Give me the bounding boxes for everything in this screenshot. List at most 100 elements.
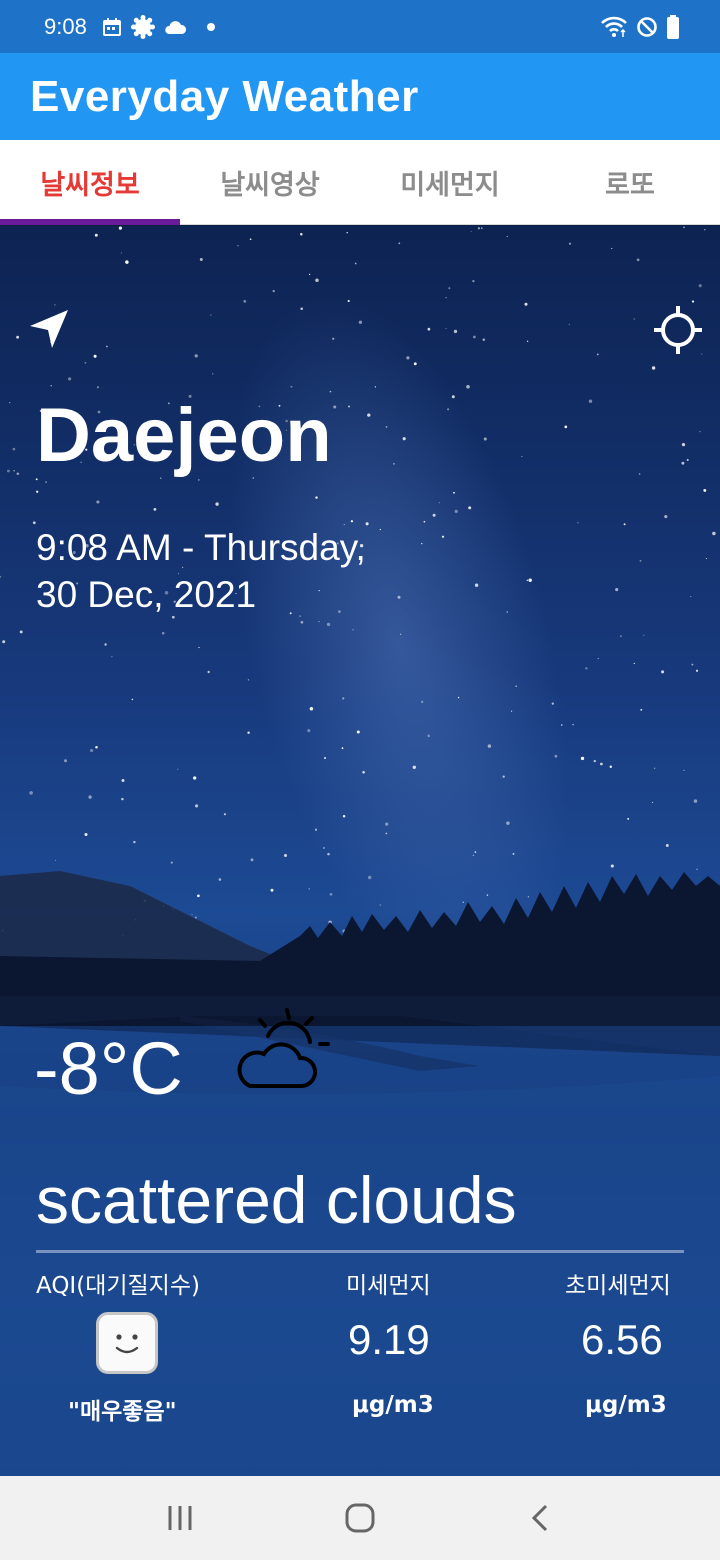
star xyxy=(161,631,165,635)
star xyxy=(515,685,518,688)
star xyxy=(451,395,455,399)
tab-lotto[interactable]: 로또 xyxy=(540,140,720,224)
star xyxy=(690,595,692,597)
star xyxy=(454,509,458,513)
system-nav-bar xyxy=(0,1476,720,1560)
star xyxy=(6,469,10,473)
star xyxy=(524,302,528,306)
star xyxy=(611,247,613,249)
star xyxy=(332,337,335,340)
star xyxy=(483,437,487,441)
star xyxy=(346,231,348,234)
star xyxy=(600,762,603,766)
star xyxy=(342,697,345,700)
star xyxy=(45,481,47,483)
aqi-status: "매우좋음" xyxy=(68,1399,177,1425)
tab-fine-dust[interactable]: 미세먼지 xyxy=(360,140,540,224)
recent-apps-icon[interactable] xyxy=(150,1488,210,1548)
star xyxy=(399,633,402,635)
star xyxy=(447,408,450,411)
star xyxy=(588,399,593,403)
star xyxy=(125,260,129,264)
star xyxy=(250,858,254,862)
star xyxy=(609,765,613,768)
star xyxy=(402,437,406,441)
star xyxy=(118,226,122,230)
star xyxy=(681,461,685,465)
star xyxy=(367,875,372,880)
star xyxy=(699,430,701,433)
star xyxy=(207,670,210,674)
date-time-line-1: 9:08 AM - Thursday, xyxy=(36,527,366,568)
star xyxy=(421,700,424,704)
star xyxy=(481,227,483,229)
status-time: 9:08 xyxy=(44,13,87,39)
back-icon[interactable] xyxy=(510,1488,570,1548)
star xyxy=(104,643,107,646)
app-title: Everyday Weather xyxy=(30,71,419,121)
star xyxy=(664,515,668,519)
star xyxy=(16,335,20,339)
star xyxy=(474,583,479,587)
star xyxy=(385,425,388,428)
star xyxy=(121,797,124,801)
star xyxy=(696,868,698,871)
home-icon[interactable] xyxy=(330,1488,390,1548)
star xyxy=(511,710,513,712)
pm10-unit: μg/m3 xyxy=(352,1392,434,1418)
star xyxy=(615,588,619,592)
star xyxy=(197,478,200,481)
battery-icon xyxy=(666,14,680,39)
star xyxy=(597,658,599,660)
star xyxy=(695,669,699,672)
star xyxy=(195,804,199,808)
star xyxy=(198,646,200,649)
star xyxy=(13,470,15,472)
star xyxy=(120,252,123,254)
star xyxy=(318,621,320,623)
star xyxy=(639,559,642,562)
star xyxy=(623,523,626,526)
weather-description: scattered clouds xyxy=(36,1163,517,1237)
star xyxy=(341,747,344,749)
navigation-arrow-icon[interactable] xyxy=(26,306,72,356)
tab-weather-info[interactable]: 날씨정보 xyxy=(0,140,180,225)
star xyxy=(300,307,303,311)
star xyxy=(121,779,125,782)
star xyxy=(466,385,470,389)
star xyxy=(633,662,635,665)
star xyxy=(683,226,685,229)
tab-weather-video[interactable]: 날씨영상 xyxy=(180,140,360,224)
gps-target-icon[interactable] xyxy=(652,304,704,360)
pm10-label: 미세먼지 xyxy=(346,1273,431,1299)
star xyxy=(453,329,458,334)
pm25-unit: μg/m3 xyxy=(585,1392,667,1418)
star xyxy=(703,488,707,492)
star xyxy=(333,405,337,409)
star xyxy=(95,745,98,749)
star xyxy=(526,340,529,342)
star xyxy=(249,238,252,241)
divider xyxy=(36,1250,684,1253)
star xyxy=(131,698,134,701)
star xyxy=(686,458,689,462)
star xyxy=(215,502,219,506)
partly-cloudy-icon xyxy=(232,1006,342,1100)
star xyxy=(84,361,87,364)
star xyxy=(153,508,157,511)
star xyxy=(445,296,447,299)
star xyxy=(441,535,445,538)
tab-bar: 날씨정보 날씨영상 미세먼지 로또 xyxy=(0,140,720,225)
star xyxy=(691,300,695,303)
star xyxy=(309,707,314,711)
star xyxy=(506,235,508,238)
star xyxy=(29,791,33,795)
star xyxy=(448,287,451,290)
star xyxy=(342,815,346,818)
star xyxy=(636,258,640,262)
star xyxy=(698,284,702,288)
star xyxy=(0,575,2,578)
cloud-icon xyxy=(163,18,187,36)
star xyxy=(593,759,596,763)
star xyxy=(315,496,318,499)
